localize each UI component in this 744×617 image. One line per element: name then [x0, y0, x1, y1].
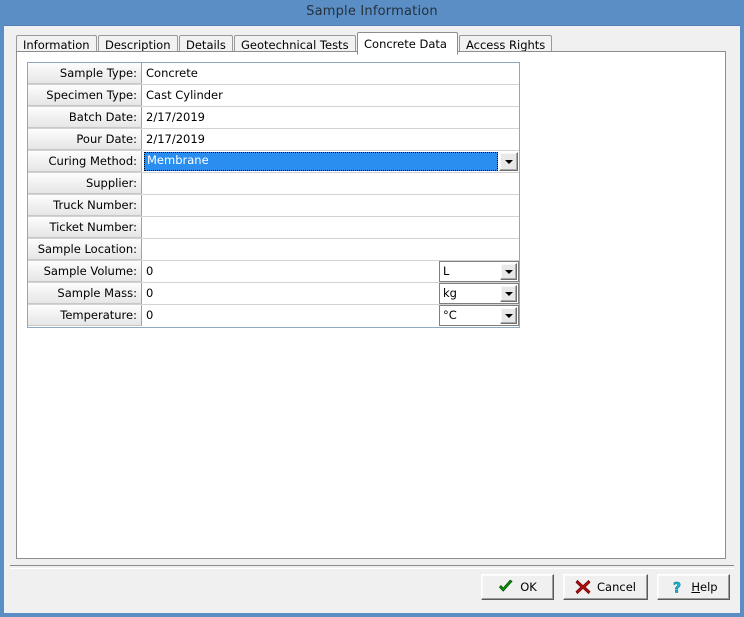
form-row: Pour Date:2/17/2019	[28, 129, 519, 151]
field-value[interactable]	[143, 239, 519, 260]
tab-label: Details	[186, 38, 226, 52]
tab-label: Information	[23, 38, 90, 52]
title-bar: Sample Information	[0, 0, 744, 26]
form-row: Sample Type:Concrete	[28, 63, 519, 85]
arrow-glyph	[505, 270, 513, 274]
field-label: Batch Date:	[28, 107, 142, 128]
field-value[interactable]: Cast Cylinder	[143, 85, 519, 106]
form-row: Batch Date:2/17/2019	[28, 107, 519, 129]
green-check-icon	[498, 579, 514, 595]
arrow-glyph	[505, 314, 513, 318]
svg-text:?: ?	[673, 581, 681, 596]
form-row: Sample Volume:0L	[28, 261, 519, 283]
ok-button[interactable]: OK	[481, 574, 554, 600]
unit-value: °C	[440, 306, 499, 325]
help-mnemonic: H	[691, 580, 700, 594]
curing-method-combobox[interactable]: Membrane	[143, 151, 519, 172]
field-label: Ticket Number:	[28, 217, 142, 238]
tab-concrete-data[interactable]: Concrete Data	[357, 32, 458, 55]
dialog-client-area: Information Description Details Geotechnica…	[4, 26, 740, 613]
form-row: Temperature:0°C	[28, 305, 519, 327]
field-label: Sample Type:	[28, 63, 142, 84]
unit-combobox[interactable]: kg	[439, 283, 519, 304]
button-bar-separator	[10, 565, 734, 569]
arrow-glyph	[505, 292, 513, 296]
field-value[interactable]: 2/17/2019	[143, 107, 519, 128]
field-label: Sample Location:	[28, 239, 142, 260]
field-value[interactable]: 2/17/2019	[143, 129, 519, 150]
field-label: Curing Method:	[28, 151, 142, 172]
concrete-data-form-grid: Sample Type:ConcreteSpecimen Type:Cast C…	[27, 62, 520, 328]
ok-button-label: OK	[520, 580, 537, 594]
chevron-down-icon[interactable]	[500, 307, 517, 324]
form-row: Truck Number:	[28, 195, 519, 217]
field-value[interactable]	[143, 173, 519, 194]
help-button[interactable]: ? Help	[657, 574, 730, 600]
field-label: Specimen Type:	[28, 85, 142, 106]
unit-combobox[interactable]: °C	[439, 305, 519, 326]
cancel-button-label: Cancel	[597, 580, 636, 594]
tab-panel-concrete-data: Sample Type:ConcreteSpecimen Type:Cast C…	[16, 51, 726, 559]
field-label: Temperature:	[28, 305, 142, 326]
chevron-down-icon[interactable]	[500, 263, 517, 280]
sample-information-dialog: Sample Information Information Descriptio…	[0, 0, 744, 617]
form-row: Curing Method:Membrane	[28, 151, 519, 173]
field-label: Sample Volume:	[28, 261, 142, 282]
dialog-button-bar: OK Cancel ? Help	[481, 574, 730, 600]
help-button-label: Help	[691, 580, 717, 594]
chevron-down-icon[interactable]	[500, 285, 517, 302]
unit-combobox[interactable]: L	[439, 261, 519, 282]
field-value[interactable]	[143, 195, 519, 216]
tab-label: Description	[105, 38, 171, 52]
tab-label: Access Rights	[466, 38, 545, 52]
chevron-down-icon[interactable]	[499, 152, 518, 171]
field-label: Truck Number:	[28, 195, 142, 216]
field-label: Sample Mass:	[28, 283, 142, 304]
tab-label: Geotechnical Tests	[241, 38, 349, 52]
window-title: Sample Information	[0, 4, 744, 19]
arrow-glyph	[505, 160, 513, 164]
form-row: Ticket Number:	[28, 217, 519, 239]
form-row: Specimen Type:Cast Cylinder	[28, 85, 519, 107]
unit-value: kg	[440, 284, 499, 303]
field-value[interactable]	[143, 217, 519, 238]
field-value[interactable]: Concrete	[143, 63, 519, 84]
help-rest: elp	[700, 580, 718, 594]
cyan-question-icon: ?	[669, 579, 685, 595]
form-row: Sample Mass:0kg	[28, 283, 519, 305]
form-row: Supplier:	[28, 173, 519, 195]
cancel-button[interactable]: Cancel	[563, 574, 648, 600]
field-label: Supplier:	[28, 173, 142, 194]
red-x-icon	[575, 579, 591, 595]
field-label: Pour Date:	[28, 129, 142, 150]
tab-label: Concrete Data	[364, 37, 447, 51]
curing-method-value[interactable]: Membrane	[144, 152, 498, 171]
form-row: Sample Location:	[28, 239, 519, 261]
unit-value: L	[440, 262, 499, 281]
